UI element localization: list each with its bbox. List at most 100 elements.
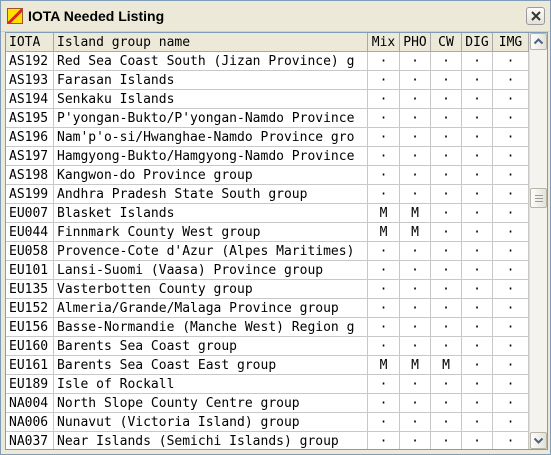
cell-img: · [493, 147, 529, 166]
cell-pho: M [400, 223, 431, 242]
cell-iota: NA004 [6, 394, 54, 413]
table-row[interactable]: NA004 North Slope County Centre group · · · ·… [6, 394, 529, 413]
cell-iota: EU007 [6, 204, 54, 223]
table-row[interactable]: EU135 Vasterbotten County group · · · · · [6, 280, 529, 299]
cell-pho: · [400, 318, 431, 337]
table-row[interactable]: AS196 Nam'p'o-si/Hwanghae-Namdo Province … [6, 128, 529, 147]
title-bar[interactable]: IOTA Needed Listing [1, 1, 550, 32]
cell-dig: · [462, 204, 493, 223]
cell-dig: · [462, 242, 493, 261]
column-header-mix[interactable]: Mix [368, 33, 400, 52]
cell-img: · [493, 261, 529, 280]
table-row[interactable]: EU161 Barents Sea Coast East group M M M · · [6, 356, 529, 375]
table-row[interactable]: EU160 Barents Sea Coast group · · · · · [6, 337, 529, 356]
table-row[interactable]: EU007 Blasket Islands M M · · · [6, 204, 529, 223]
table-row[interactable]: AS198 Kangwon-do Province group · · · · · [6, 166, 529, 185]
cell-iota: AS193 [6, 71, 54, 90]
scroll-up-arrow-icon [533, 38, 544, 45]
table-row[interactable]: EU101 Lansi-Suomi (Vaasa) Province group ·… [6, 261, 529, 280]
column-header-iota[interactable]: IOTA [6, 33, 54, 52]
cell-cw: · [431, 318, 462, 337]
cell-pho: · [400, 394, 431, 413]
close-icon [531, 11, 541, 21]
column-header-dig[interactable]: DIG [462, 33, 493, 52]
cell-island-group-name: P'yongan-Bukto/P'yongan-Namdo Province [54, 109, 368, 128]
table-row[interactable]: AS193 Farasan Islands · · · · · [6, 71, 529, 90]
table-row[interactable]: AS199 Andhra Pradesh State South group · · ·… [6, 185, 529, 204]
cell-island-group-name: Nam'p'o-si/Hwanghae-Namdo Province gro [54, 128, 368, 147]
cell-mix: · [368, 318, 400, 337]
cell-pho: M [400, 204, 431, 223]
table-row[interactable]: NA037 Near Islands (Semichi Islands) grou… [6, 432, 529, 449]
table-row[interactable]: AS197 Hamgyong-Bukto/Hamgyong-Namdo Provi… [6, 147, 529, 166]
table-row[interactable]: AS194 Senkaku Islands · · · · · [6, 90, 529, 109]
cell-dig: · [462, 109, 493, 128]
cell-island-group-name: Red Sea Coast South (Jizan Province) g [54, 52, 368, 71]
cell-dig: · [462, 394, 493, 413]
cell-iota: EU058 [6, 242, 54, 261]
table-row[interactable]: EU189 Isle of Rockall · · · · · [6, 375, 529, 394]
cell-img: · [493, 432, 529, 449]
cell-island-group-name: Lansi-Suomi (Vaasa) Province group [54, 261, 368, 280]
cell-cw: · [431, 280, 462, 299]
cell-pho: · [400, 299, 431, 318]
cell-mix: · [368, 71, 400, 90]
cell-island-group-name: Almeria/Grande/Malaga Province group [54, 299, 368, 318]
cell-mix: · [368, 147, 400, 166]
cell-img: · [493, 242, 529, 261]
cell-cw: · [431, 204, 462, 223]
cell-dig: · [462, 166, 493, 185]
cell-dig: · [462, 318, 493, 337]
vertical-scrollbar[interactable] [529, 33, 547, 449]
cell-mix: · [368, 375, 400, 394]
cell-cw: · [431, 413, 462, 432]
cell-iota: EU161 [6, 356, 54, 375]
cell-pho: · [400, 185, 431, 204]
cell-img: · [493, 71, 529, 90]
column-header-island-group-name[interactable]: Island group name [54, 33, 368, 52]
table-row[interactable]: EU152 Almeria/Grande/Malaga Province grou… [6, 299, 529, 318]
cell-pho: · [400, 375, 431, 394]
cell-island-group-name: Isle of Rockall [54, 375, 368, 394]
cell-iota: NA006 [6, 413, 54, 432]
column-header-img[interactable]: IMG [493, 33, 529, 52]
cell-cw: · [431, 223, 462, 242]
scroll-thumb[interactable] [530, 188, 547, 208]
table-row[interactable]: NA006 Nunavut (Victoria Island) group · · · ·… [6, 413, 529, 432]
cell-mix: · [368, 261, 400, 280]
cell-cw: · [431, 299, 462, 318]
table-row[interactable]: EU156 Basse-Normandie (Manche West) Regio… [6, 318, 529, 337]
cell-dig: · [462, 71, 493, 90]
cell-mix: · [368, 299, 400, 318]
table-row[interactable]: AS195 P'yongan-Bukto/P'yongan-Namdo Provi… [6, 109, 529, 128]
cell-iota: AS194 [6, 90, 54, 109]
cell-pho: · [400, 261, 431, 280]
cell-mix: · [368, 280, 400, 299]
close-button[interactable] [526, 7, 545, 25]
cell-cw: M [431, 356, 462, 375]
cell-dig: · [462, 52, 493, 71]
cell-dig: · [462, 299, 493, 318]
app-logo-icon[interactable] [7, 8, 23, 24]
cell-mix: · [368, 185, 400, 204]
table-header-row: IOTA Island group name Mix PHO CW DIG IM… [6, 33, 529, 52]
cell-island-group-name: Barents Sea Coast East group [54, 356, 368, 375]
cell-mix: · [368, 413, 400, 432]
cell-img: · [493, 109, 529, 128]
cell-img: · [493, 204, 529, 223]
cell-mix: M [368, 204, 400, 223]
cell-cw: · [431, 147, 462, 166]
cell-island-group-name: Vasterbotten County group [54, 280, 368, 299]
table-row[interactable]: AS192 Red Sea Coast South (Jizan Province… [6, 52, 529, 71]
cell-img: · [493, 299, 529, 318]
iota-list-view[interactable]: IOTA Island group name Mix PHO CW DIG IM… [5, 32, 548, 450]
scroll-up-button[interactable] [530, 33, 547, 50]
column-header-cw[interactable]: CW [431, 33, 462, 52]
cell-dig: · [462, 185, 493, 204]
cell-mix: M [368, 356, 400, 375]
column-header-pho[interactable]: PHO [400, 33, 431, 52]
table-row[interactable]: EU044 Finnmark County West group M M · · · [6, 223, 529, 242]
cell-island-group-name: Kangwon-do Province group [54, 166, 368, 185]
table-row[interactable]: EU058 Provence-Cote d'Azur (Alpes Maritim… [6, 242, 529, 261]
scroll-down-button[interactable] [530, 432, 547, 449]
